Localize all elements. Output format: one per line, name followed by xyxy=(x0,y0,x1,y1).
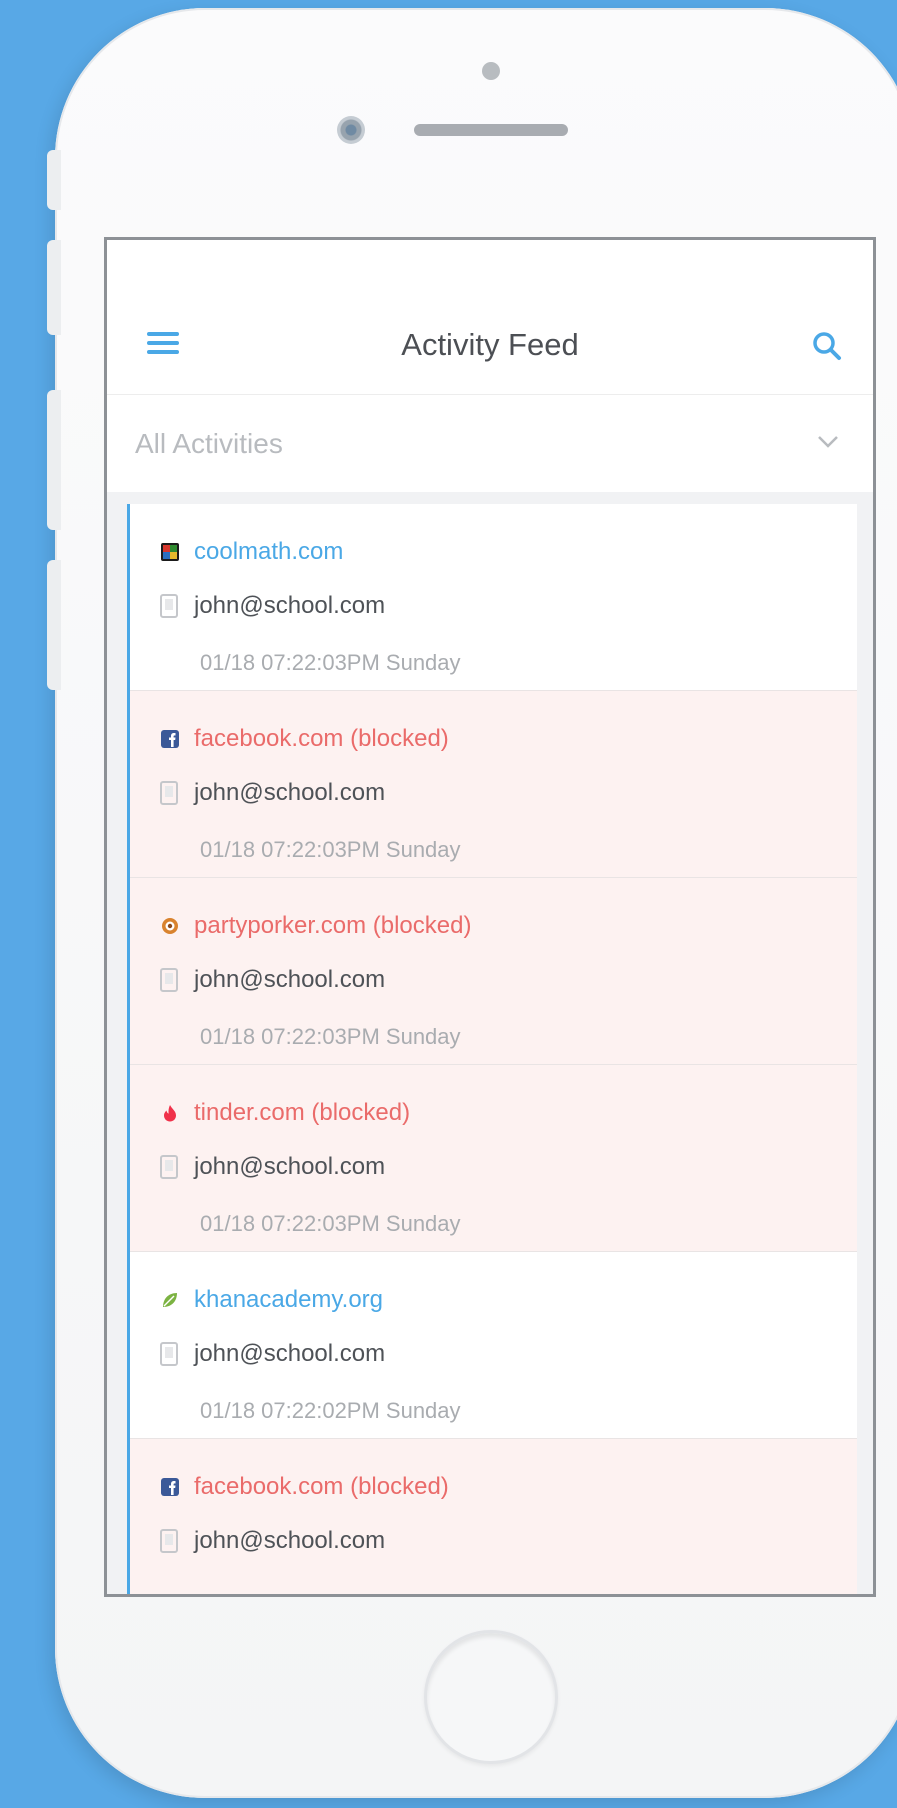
page-title: Activity Feed xyxy=(401,327,579,362)
coolmath-favicon-icon xyxy=(161,543,179,561)
earpiece-speaker xyxy=(414,124,568,136)
user-email: john@school.com xyxy=(194,779,386,806)
activity-timestamp: 01/18 07:22:02PM Sunday xyxy=(200,1398,461,1423)
activity-feed-list: coolmath.com john@school.com 01/18 07:22… xyxy=(127,504,857,1594)
user-email: john@school.com xyxy=(194,1340,386,1367)
device-icon xyxy=(160,594,178,618)
front-camera xyxy=(337,116,365,144)
facebook-favicon-icon xyxy=(161,1478,179,1496)
user-email: john@school.com xyxy=(194,592,386,619)
activity-item[interactable]: facebook.com (blocked) john@school.com xyxy=(130,1439,857,1594)
activity-feed-area: coolmath.com john@school.com 01/18 07:22… xyxy=(107,492,873,1594)
khanacademy-favicon-icon xyxy=(163,1293,177,1307)
activity-item[interactable]: khanacademy.org john@school.com 01/18 07… xyxy=(130,1252,857,1439)
home-button[interactable] xyxy=(424,1630,558,1764)
device-icon xyxy=(160,781,178,805)
activity-timestamp: 01/18 07:22:03PM Sunday xyxy=(200,650,461,675)
side-button xyxy=(47,560,61,690)
phone-screen: Activity Feed All Activities coolmath.co… xyxy=(104,237,876,1597)
activity-item[interactable]: tinder.com (blocked) john@school.com 01/… xyxy=(130,1065,857,1252)
app-header: Activity Feed xyxy=(107,296,873,395)
volume-up-button xyxy=(47,240,61,335)
site-name[interactable]: facebook.com (blocked) xyxy=(194,725,449,753)
device-icon xyxy=(160,1529,178,1553)
activity-timestamp: 01/18 07:22:03PM Sunday xyxy=(200,1024,461,1049)
device-icon xyxy=(160,968,178,992)
tinder-favicon-icon xyxy=(164,1105,176,1122)
activity-timestamp: 01/18 07:22:03PM Sunday xyxy=(200,1211,461,1236)
activity-item[interactable]: partyporker.com (blocked) john@school.co… xyxy=(130,878,857,1065)
proximity-sensor xyxy=(482,62,500,80)
status-bar xyxy=(107,240,873,296)
partyporker-favicon-icon xyxy=(162,918,178,934)
chevron-down-icon xyxy=(818,436,838,448)
activity-item[interactable]: facebook.com (blocked) john@school.com 0… xyxy=(130,691,857,878)
user-email: john@school.com xyxy=(194,966,386,993)
site-name[interactable]: facebook.com (blocked) xyxy=(194,1473,449,1501)
search-icon[interactable] xyxy=(811,330,843,362)
site-name[interactable]: tinder.com (blocked) xyxy=(194,1099,410,1127)
mute-switch xyxy=(47,150,61,210)
user-email: john@school.com xyxy=(194,1153,386,1180)
site-name[interactable]: khanacademy.org xyxy=(194,1286,383,1314)
filter-selected-value: All Activities xyxy=(135,428,283,459)
facebook-favicon-icon xyxy=(161,730,179,748)
device-icon xyxy=(160,1155,178,1179)
activity-filter-select[interactable]: All Activities xyxy=(107,395,873,494)
volume-down-button xyxy=(47,390,61,530)
site-name[interactable]: partyporker.com (blocked) xyxy=(194,912,471,940)
activity-item[interactable]: coolmath.com john@school.com 01/18 07:22… xyxy=(130,504,857,691)
user-email: john@school.com xyxy=(194,1527,386,1554)
device-icon xyxy=(160,1342,178,1366)
activity-timestamp: 01/18 07:22:03PM Sunday xyxy=(200,837,461,862)
site-name[interactable]: coolmath.com xyxy=(194,538,343,566)
